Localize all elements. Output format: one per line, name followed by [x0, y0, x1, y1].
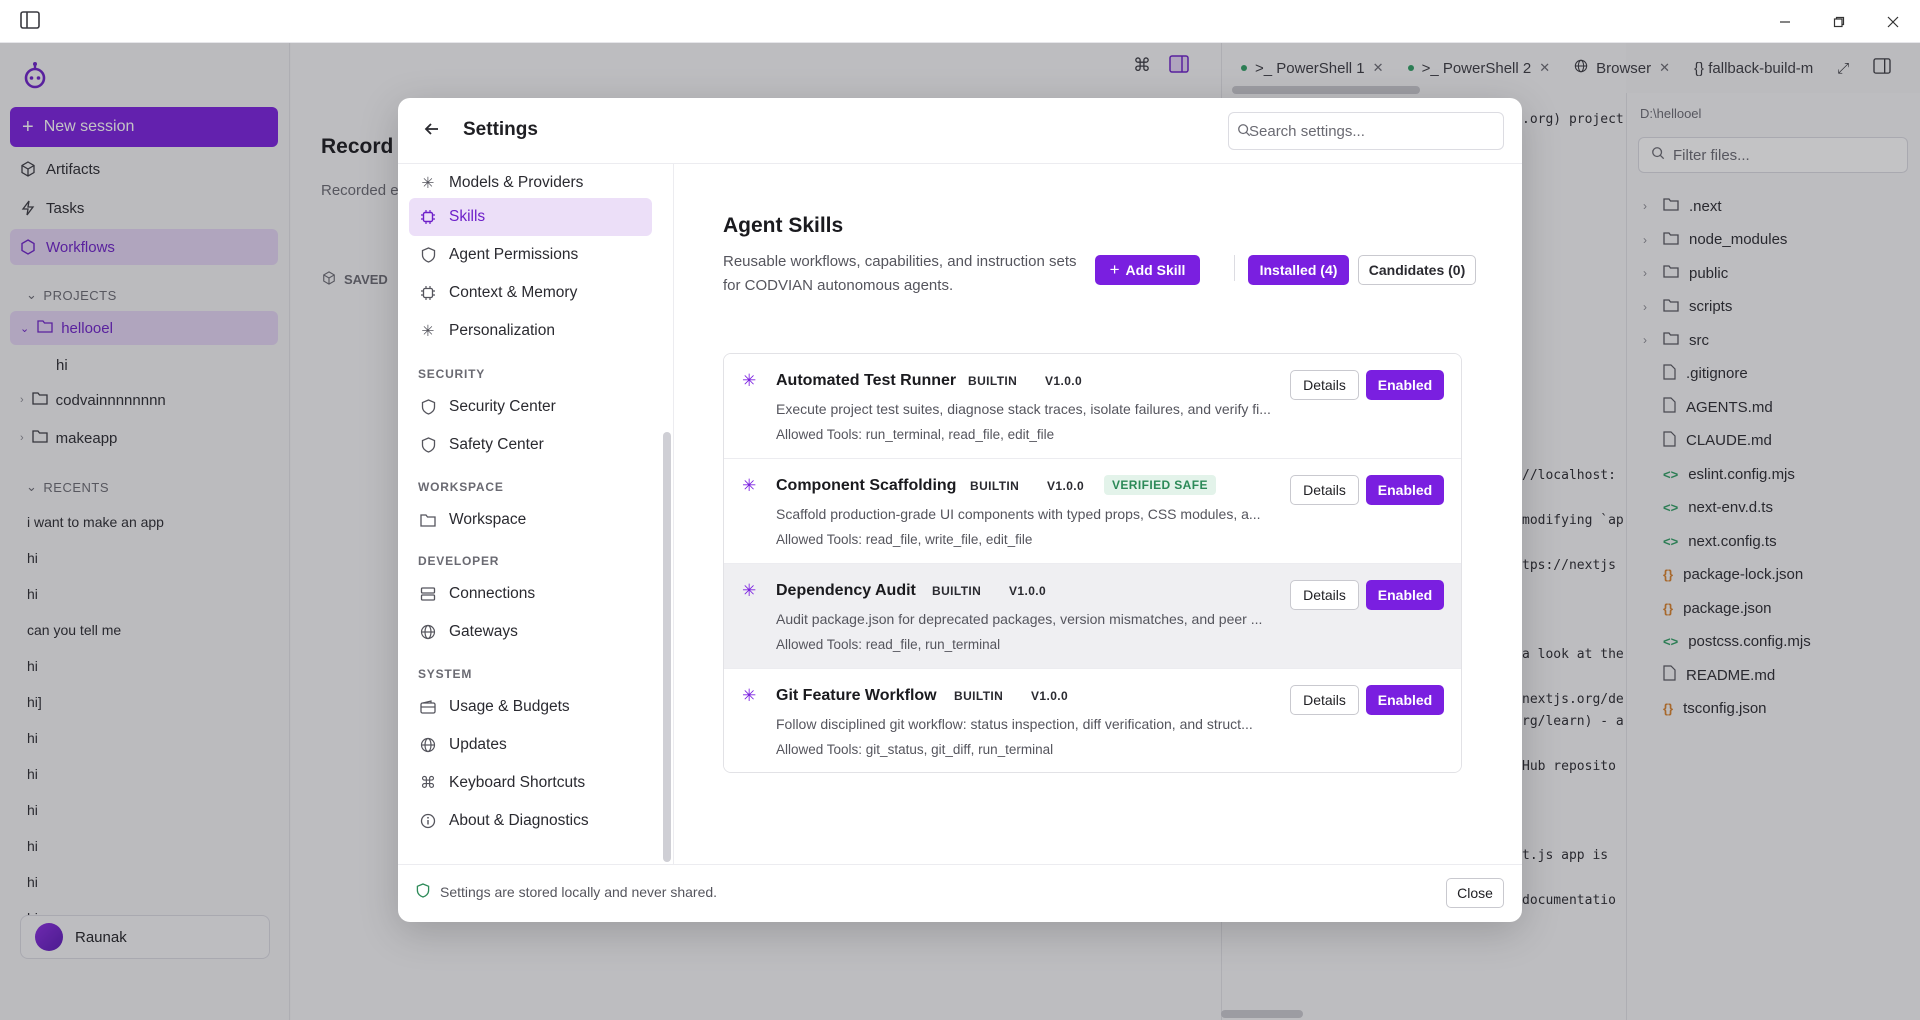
- plus-icon: +: [1109, 260, 1120, 279]
- sparkle-icon: ✳: [742, 581, 757, 600]
- skill-name: Component Scaffolding: [776, 477, 957, 494]
- tab-installed[interactable]: Installed (4): [1248, 255, 1349, 285]
- skills-list: ✳ Automated Test Runner BUILTIN V1.0.0 E…: [723, 353, 1462, 773]
- sparkle-icon: ✳: [421, 322, 435, 340]
- settings-footer: Settings are stored locally and never sh…: [398, 864, 1522, 922]
- menu-item-about-diagnostics[interactable]: About & Diagnostics: [409, 802, 652, 840]
- add-skill-button[interactable]: + Add Skill: [1095, 255, 1200, 285]
- menu-section-workspace: WORKSPACE: [418, 480, 504, 494]
- skill-row[interactable]: ✳ Dependency Audit BUILTIN V1.0.0 Audit …: [724, 564, 1461, 669]
- source-badge: BUILTIN: [954, 689, 1004, 703]
- menu-item-usage-budgets[interactable]: Usage & Budgets: [409, 688, 652, 726]
- version-badge: V1.0.0: [1031, 689, 1069, 703]
- verified-safe-badge: VERIFIED SAFE: [1104, 475, 1216, 495]
- menu-item-context-memory[interactable]: Context & Memory: [409, 274, 652, 312]
- settings-title: Settings: [463, 119, 538, 140]
- chip-icon: [419, 208, 437, 226]
- server-icon: [419, 585, 437, 603]
- skill-description: Follow disciplined git workflow: status …: [776, 716, 1253, 732]
- search-settings-input[interactable]: Search settings...: [1228, 112, 1504, 150]
- skill-tools: Allowed Tools: run_terminal, read_file, …: [776, 427, 1055, 442]
- skill-name: Dependency Audit: [776, 582, 916, 599]
- version-badge: V1.0.0: [1045, 374, 1083, 388]
- sparkle-icon: ✳: [742, 686, 757, 705]
- sparkle-icon: ✳: [421, 174, 435, 192]
- version-badge: V1.0.0: [1047, 479, 1085, 493]
- details-button[interactable]: Details: [1290, 475, 1359, 505]
- minimize-button[interactable]: [1758, 0, 1812, 43]
- tab-candidates[interactable]: Candidates (0): [1358, 255, 1476, 285]
- menu-item-models-providers[interactable]: ✳ Models & Providers: [409, 164, 652, 202]
- menu-section-security: SECURITY: [418, 367, 486, 381]
- menu-item-updates[interactable]: Updates: [409, 726, 652, 764]
- globe-icon: [419, 623, 437, 641]
- menu-item-safety-center[interactable]: Safety Center: [409, 426, 652, 464]
- details-button[interactable]: Details: [1290, 370, 1359, 400]
- footer-note: Settings are stored locally and never sh…: [416, 883, 717, 901]
- settings-header: Settings Search settings...: [398, 98, 1522, 164]
- command-icon: ⌘: [420, 775, 436, 792]
- sidebar-toggle-icon[interactable]: [20, 11, 42, 31]
- enabled-toggle[interactable]: Enabled: [1366, 685, 1444, 715]
- settings-modal: Settings Search settings... ✳ Models & Pr…: [398, 98, 1522, 922]
- menu-item-agent-permissions[interactable]: Agent Permissions: [409, 236, 652, 274]
- source-badge: BUILTIN: [970, 479, 1020, 493]
- info-icon: [419, 812, 437, 830]
- menu-item-personalization[interactable]: ✳ Personalization: [409, 312, 652, 350]
- content-description: Reusable workflows, capabilities, and in…: [723, 253, 1077, 294]
- search-icon: [1237, 123, 1251, 141]
- skill-name: Git Feature Workflow: [776, 687, 937, 704]
- sparkle-icon: ✳: [742, 371, 757, 390]
- back-arrow-icon[interactable]: [422, 119, 446, 143]
- shield-icon: [419, 246, 437, 264]
- menu-item-keyboard-shortcuts[interactable]: ⌘ Keyboard Shortcuts: [409, 764, 652, 802]
- menu-item-workspace[interactable]: Workspace: [409, 501, 652, 539]
- shield-icon: [419, 398, 437, 416]
- skill-row[interactable]: ✳ Git Feature Workflow BUILTIN V1.0.0 Fo…: [724, 669, 1461, 772]
- globe-icon: [419, 736, 437, 754]
- details-button[interactable]: Details: [1290, 685, 1359, 715]
- skill-description: Scaffold production-grade UI components …: [776, 506, 1261, 522]
- menu-item-skills[interactable]: Skills: [409, 198, 652, 236]
- menu-section-developer: DEVELOPER: [418, 554, 500, 568]
- restore-button[interactable]: [1812, 0, 1866, 43]
- sparkle-icon: ✳: [742, 476, 757, 495]
- chip-icon: [419, 284, 437, 302]
- shield-icon: [416, 883, 430, 901]
- content-title: Agent Skills: [723, 214, 844, 237]
- enabled-toggle[interactable]: Enabled: [1366, 370, 1444, 400]
- close-button[interactable]: Close: [1446, 878, 1504, 908]
- menu-item-connections[interactable]: Connections: [409, 575, 652, 613]
- skill-description: Audit package.json for deprecated packag…: [776, 611, 1263, 627]
- skill-tools: Allowed Tools: read_file, run_terminal: [776, 637, 1001, 652]
- shield-icon: [419, 436, 437, 454]
- title-bar: [0, 0, 1920, 43]
- settings-menu: ✳ Models & Providers Skills Agent Permiss…: [398, 164, 674, 864]
- skill-tools: Allowed Tools: git_status, git_diff, run…: [776, 742, 1054, 757]
- skill-row[interactable]: ✳ Automated Test Runner BUILTIN V1.0.0 E…: [724, 354, 1461, 459]
- close-window-button[interactable]: [1866, 0, 1920, 43]
- menu-section-system: SYSTEM: [418, 667, 473, 681]
- menu-item-gateways[interactable]: Gateways: [409, 613, 652, 651]
- skill-tools: Allowed Tools: read_file, write_file, ed…: [776, 532, 1033, 547]
- wallet-icon: [419, 698, 437, 716]
- menu-scrollbar[interactable]: [663, 432, 671, 862]
- source-badge: BUILTIN: [932, 584, 982, 598]
- skill-name: Automated Test Runner: [776, 372, 957, 389]
- folder-icon: [419, 511, 437, 529]
- enabled-toggle[interactable]: Enabled: [1366, 580, 1444, 610]
- skill-description: Execute project test suites, diagnose st…: [776, 401, 1271, 417]
- source-badge: BUILTIN: [968, 374, 1018, 388]
- menu-item-security-center[interactable]: Security Center: [409, 388, 652, 426]
- skill-row[interactable]: ✳ Component Scaffolding BUILTIN V1.0.0 V…: [724, 459, 1461, 564]
- version-badge: V1.0.0: [1009, 584, 1047, 598]
- divider: [1234, 255, 1235, 281]
- details-button[interactable]: Details: [1290, 580, 1359, 610]
- enabled-toggle[interactable]: Enabled: [1366, 475, 1444, 505]
